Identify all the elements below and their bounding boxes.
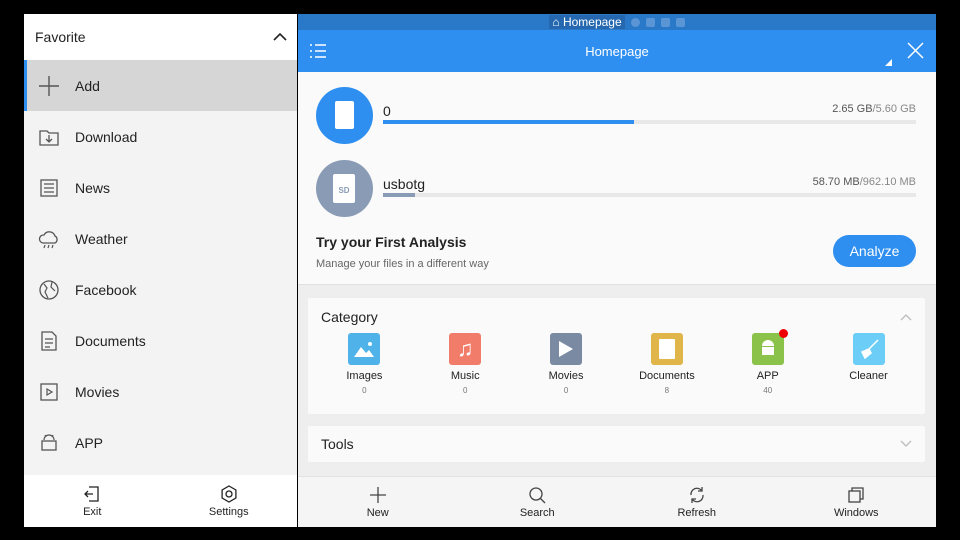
windows-icon xyxy=(848,486,864,503)
category-images[interactable]: Images 0 xyxy=(319,333,409,395)
sidebar-item-documents[interactable]: Documents xyxy=(24,315,297,366)
storage-progress xyxy=(383,120,916,124)
sidebar-item-news[interactable]: News xyxy=(24,162,297,213)
category-label: Documents xyxy=(639,370,695,382)
sd-card-icon xyxy=(316,87,373,144)
app-icon xyxy=(751,329,788,365)
favorite-title: Favorite xyxy=(35,29,86,45)
search-icon xyxy=(529,486,546,503)
resize-corner-icon xyxy=(885,59,892,66)
sidebar-item-app[interactable]: APP xyxy=(24,417,297,468)
globe-tab-icon[interactable] xyxy=(630,17,640,27)
storage-progress xyxy=(383,193,916,197)
refresh-button[interactable]: Refresh xyxy=(617,477,777,527)
category-label: Movies xyxy=(548,370,584,382)
close-icon[interactable] xyxy=(907,42,924,59)
category-app[interactable]: APP 40 xyxy=(723,329,813,395)
header: Homepage xyxy=(298,30,936,72)
sidebar-item-facebook[interactable]: Facebook xyxy=(24,264,297,315)
movie-icon xyxy=(40,382,58,401)
storage-card: 0 2.65 GB/5.60 GB SD usbotg 58.70 MB/962… xyxy=(298,72,936,285)
storage-usbotg[interactable]: SD usbotg 58.70 MB/962.10 MB xyxy=(316,160,916,218)
category-movies[interactable]: Movies 0 xyxy=(521,333,611,395)
category-count: 40 xyxy=(763,386,773,395)
tools-card[interactable]: Tools xyxy=(308,426,925,462)
category-card: Category Images 0 ♫ Music 0 Movies 0 Documents 8… xyxy=(308,298,925,414)
sidebar-bottom-bar: Exit Settings xyxy=(24,475,297,527)
category-header[interactable]: Category xyxy=(308,298,925,333)
category-label: Music xyxy=(450,370,480,382)
category-count: 8 xyxy=(664,386,670,395)
new-button[interactable]: New xyxy=(298,477,458,527)
documents-icon xyxy=(650,333,683,365)
main-panel: ⌂ Homepage Homepage 0 2.65 GB/5.60 GB SD… xyxy=(298,14,936,527)
favorite-header[interactable]: Favorite xyxy=(24,14,297,60)
settings-button[interactable]: Settings xyxy=(161,475,298,527)
weather-icon xyxy=(38,230,58,248)
category-label: Images xyxy=(346,370,383,382)
app-icon xyxy=(41,433,57,451)
plus-icon xyxy=(369,486,386,503)
analysis-subtitle: Manage your files in a different way xyxy=(316,258,489,270)
chevron-down-icon xyxy=(900,440,912,447)
tab-homepage[interactable]: ⌂ Homepage xyxy=(549,15,625,29)
sidebar-item-weather[interactable]: Weather xyxy=(24,213,297,264)
page-title: Homepage xyxy=(585,43,649,59)
sidebar: Favorite Add Download News Weather Faceb… xyxy=(24,14,297,527)
chevron-up-icon xyxy=(900,314,912,321)
analysis-title: Try your First Analysis xyxy=(316,234,467,250)
analyze-button[interactable]: Analyze xyxy=(833,235,916,267)
sidebar-item-movies[interactable]: Movies xyxy=(24,366,297,417)
sidebar-item-download[interactable]: Download xyxy=(24,111,297,162)
category-count: 0 xyxy=(362,386,367,395)
exit-button[interactable]: Exit xyxy=(24,475,161,527)
cleaner-icon xyxy=(852,333,885,365)
chat-tab-icon[interactable] xyxy=(645,17,655,27)
category-label: APP xyxy=(756,370,779,382)
category-documents[interactable]: Documents 8 xyxy=(622,333,712,395)
images-icon xyxy=(348,333,381,365)
refresh-icon xyxy=(690,486,704,503)
storage-internal[interactable]: 0 2.65 GB/5.60 GB xyxy=(316,87,916,145)
category-music[interactable]: ♫ Music 0 xyxy=(420,333,510,395)
category-cleaner[interactable]: Cleaner xyxy=(824,333,914,395)
sidebar-item-add[interactable]: Add xyxy=(24,60,297,111)
notification-dot xyxy=(778,329,788,338)
windows-button[interactable]: Windows xyxy=(777,477,937,527)
globe-icon xyxy=(39,279,59,300)
android-tab-icon[interactable] xyxy=(675,17,685,27)
sd-card-icon: SD xyxy=(316,160,373,217)
exit-icon xyxy=(84,485,99,502)
chevron-up-icon[interactable] xyxy=(273,32,287,42)
document-icon xyxy=(41,330,57,351)
chat-tab-icon[interactable] xyxy=(660,17,670,27)
gear-icon xyxy=(221,484,237,503)
category-count: 0 xyxy=(463,386,468,395)
window-tab-strip: ⌂ Homepage xyxy=(298,14,936,30)
news-icon xyxy=(40,178,58,197)
movies-icon xyxy=(550,333,583,365)
bottom-toolbar: New Search Refresh Windows xyxy=(298,476,936,527)
category-label: Cleaner xyxy=(849,370,888,382)
menu-icon[interactable] xyxy=(310,44,326,58)
category-count: 0 xyxy=(563,386,569,395)
download-icon xyxy=(39,129,59,146)
search-button[interactable]: Search xyxy=(458,477,618,527)
music-icon: ♫ xyxy=(449,333,482,365)
plus-icon xyxy=(39,75,59,96)
